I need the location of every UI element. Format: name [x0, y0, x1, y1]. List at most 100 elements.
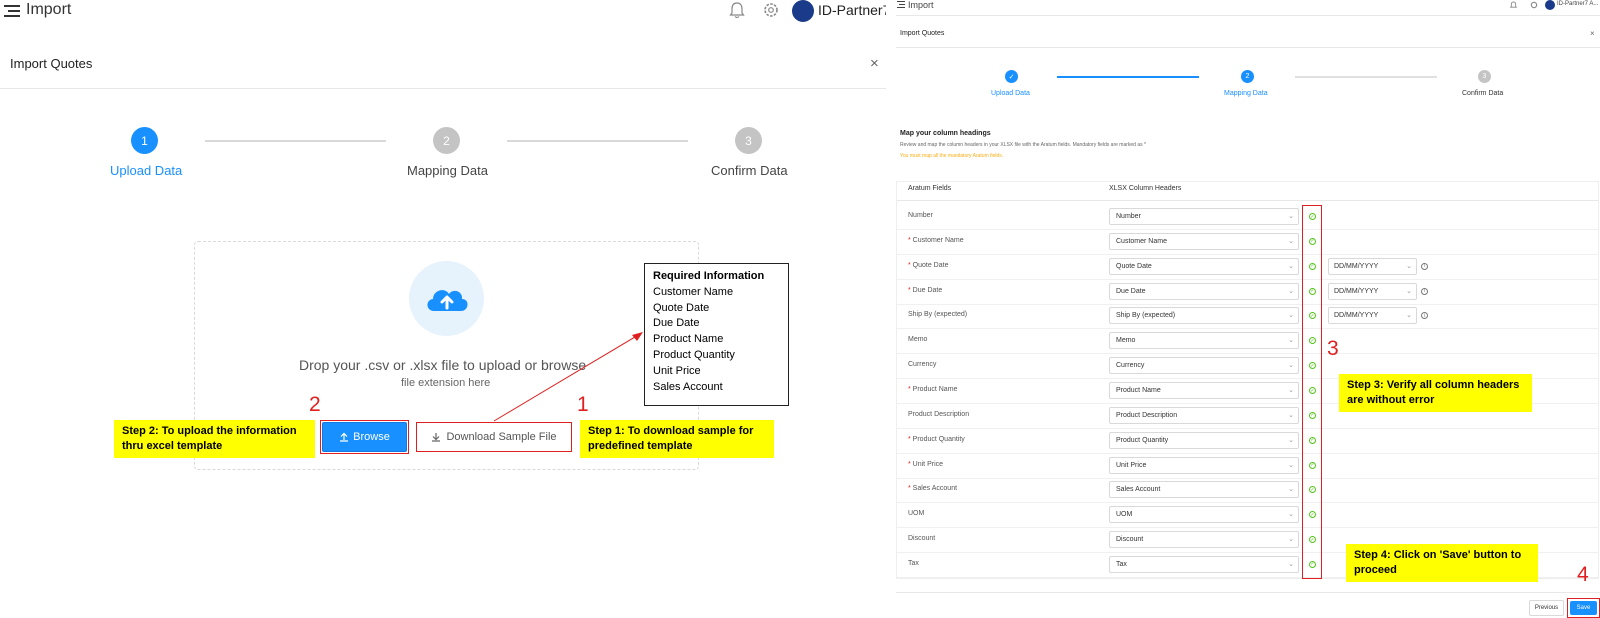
field-label: * Unit Price: [908, 461, 943, 468]
annotation-number-1: 1: [577, 393, 589, 416]
field-name: Unit Price: [912, 460, 944, 468]
select-value: Sales Account: [1116, 486, 1161, 494]
modal-title: Import Quotes: [900, 30, 945, 37]
step-line-done: [1057, 76, 1199, 78]
top-bar-title: Import: [908, 0, 934, 10]
field-name: Due Date: [912, 286, 943, 294]
select-value: UOM: [1116, 511, 1133, 519]
column-header-select[interactable]: Tax ⌄: [1109, 555, 1299, 573]
field-name: Ship By (expected): [908, 311, 968, 319]
chevron-down-icon: ⌄: [1288, 461, 1294, 469]
user-name[interactable]: ID-Partner7 A...: [1557, 1, 1598, 7]
column-header-select[interactable]: Sales Account ⌄: [1109, 481, 1299, 499]
mapping-row: * Product Quantity Product Quantity ⌄ ✓: [897, 429, 1598, 454]
info-icon[interactable]: i: [1421, 287, 1428, 295]
date-format-select[interactable]: DD/MM/YYYY ⌄: [1328, 307, 1417, 325]
column-header-select[interactable]: Ship By (expected) ⌄: [1109, 307, 1299, 325]
step-line: [1295, 76, 1437, 78]
field-label: Currency: [908, 361, 936, 368]
mapping-row: Number Number ⌄ ✓: [897, 205, 1598, 230]
annotation-number-4: 4: [1577, 563, 1589, 586]
date-format-select[interactable]: DD/MM/YYYY ⌄: [1328, 282, 1417, 300]
mapping-row: Memo Memo ⌄ ✓: [897, 329, 1598, 355]
chevron-down-icon: ⌄: [1288, 511, 1294, 519]
field-label: * Product Quantity: [908, 436, 965, 443]
mapping-row: * Due Date Due Date ⌄ ✓ DD/MM/YYYY ⌄ i: [897, 280, 1598, 305]
field-name: Product Description: [908, 410, 970, 418]
left-screenshot: Import ID-Partner7 A... Import Quotes × …: [0, 0, 886, 618]
close-icon[interactable]: ×: [1590, 29, 1595, 38]
column-header-select[interactable]: Product Name ⌄: [1109, 382, 1299, 399]
info-icon[interactable]: i: [1421, 262, 1428, 270]
step-4-note: Step 4: Click on 'Save' button to procee…: [1346, 544, 1538, 582]
annotation-frame: [1302, 205, 1322, 579]
select-value: Discount: [1116, 536, 1144, 543]
select-value: Due Date: [1116, 287, 1146, 295]
col-header-xlsx: XLSX Column Headers: [1109, 185, 1182, 192]
column-header-select[interactable]: Quote Date ⌄: [1109, 257, 1299, 275]
step-3-note: Step 3: Verify all column headers are wi…: [1339, 374, 1532, 412]
step-3-label: Confirm Data: [1462, 90, 1504, 97]
field-name: Tax: [908, 559, 919, 567]
footer-divider: [896, 592, 1600, 593]
mapping-row: * Unit Price Unit Price ⌄ ✓: [897, 454, 1598, 479]
chevron-down-icon: ⌄: [1288, 411, 1294, 419]
select-value: Product Name: [1116, 387, 1161, 394]
select-value: Product Description: [1116, 411, 1178, 419]
field-name: Quote Date: [912, 261, 949, 269]
col-header-aratum-fields: Aratum Fields: [908, 185, 952, 192]
annotation-arrow: [493, 332, 643, 422]
mapping-row: Ship By (expected) Ship By (expected) ⌄ ✓ DD…: [897, 304, 1598, 330]
select-value: Customer Name: [1116, 237, 1167, 245]
column-header-select[interactable]: UOM ⌄: [1109, 506, 1299, 524]
save-button[interactable]: Save: [1570, 601, 1597, 615]
column-header-select[interactable]: Customer Name ⌄: [1109, 232, 1299, 250]
mapping-row: UOM UOM ⌄ ✓: [897, 503, 1598, 529]
mapping-row: * Customer Name Customer Name ⌄ ✓: [897, 230, 1598, 255]
date-format-value: DD/MM/YYYY: [1334, 262, 1379, 270]
select-value: Memo: [1116, 337, 1136, 345]
mapping-row: * Quote Date Quote Date ⌄ ✓ DD/MM/YYYY ⌄ i: [897, 255, 1598, 280]
select-value: Product Quantity: [1116, 436, 1169, 444]
mapping-heading: Map your column headings: [900, 130, 991, 137]
field-label: * Customer Name: [908, 237, 964, 244]
column-header-select[interactable]: Memo ⌄: [1109, 332, 1299, 350]
chevron-down-icon: ⌄: [1288, 312, 1294, 320]
column-header-select[interactable]: Discount ⌄: [1109, 531, 1299, 548]
step-1-label: Upload Data: [991, 90, 1030, 97]
previous-button[interactable]: Previous: [1529, 600, 1564, 616]
step-2-circle: 2: [1241, 70, 1254, 83]
header-divider: [896, 47, 1600, 48]
column-header-select[interactable]: Currency ⌄: [1109, 357, 1299, 375]
column-header-select[interactable]: Number ⌄: [1109, 208, 1299, 225]
date-format-value: DD/MM/YYYY: [1334, 312, 1379, 320]
column-header-select[interactable]: Product Quantity ⌄: [1109, 431, 1299, 449]
table-header-divider: [897, 200, 1598, 201]
field-name: Sales Account: [912, 485, 958, 493]
select-value: Ship By (expected): [1116, 312, 1176, 320]
bell-icon[interactable]: [1510, 1, 1517, 9]
field-name: Memo: [908, 336, 928, 344]
mapping-description: Review and map the column headers in you…: [900, 142, 1146, 148]
chevron-down-icon: ⌄: [1288, 362, 1294, 370]
column-header-select[interactable]: Unit Price ⌄: [1109, 456, 1299, 474]
date-format-select[interactable]: DD/MM/YYYY ⌄: [1328, 257, 1417, 275]
field-name: Discount: [908, 535, 936, 542]
field-label: Product Description: [908, 411, 969, 418]
field-label: * Due Date: [908, 287, 942, 294]
field-label: Ship By (expected): [908, 311, 967, 318]
gear-icon[interactable]: [1530, 1, 1538, 9]
column-header-select[interactable]: Due Date ⌄: [1109, 282, 1299, 300]
chevron-down-icon: ⌄: [1288, 337, 1294, 345]
chevron-down-icon: ⌄: [1288, 560, 1294, 568]
column-header-select[interactable]: Product Description ⌄: [1109, 406, 1299, 424]
chevron-down-icon: ⌄: [1288, 237, 1294, 245]
info-icon[interactable]: i: [1421, 312, 1428, 320]
chevron-down-icon: ⌄: [1288, 486, 1294, 494]
step-1-circle: ✓: [1005, 70, 1018, 83]
field-name: Number: [908, 212, 933, 219]
field-label: Tax: [908, 560, 919, 567]
field-name: Currency: [908, 361, 937, 369]
menu-icon[interactable]: [897, 1, 905, 8]
step-2-label: Mapping Data: [1224, 90, 1268, 97]
